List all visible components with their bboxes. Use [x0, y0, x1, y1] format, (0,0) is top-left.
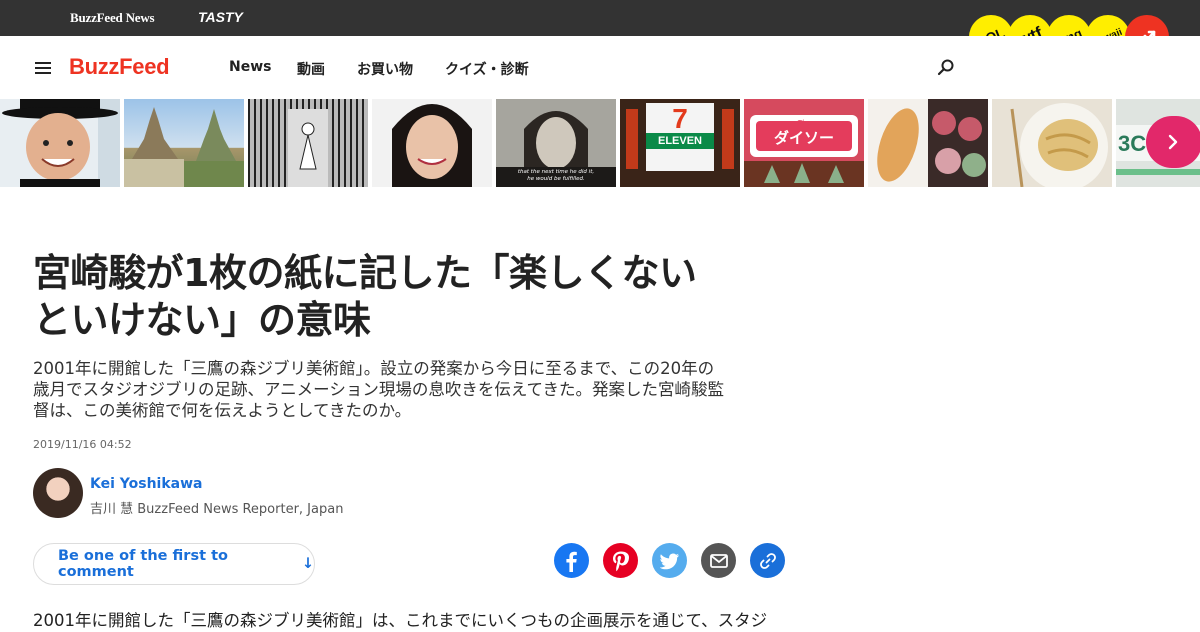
author-avatar[interactable]	[33, 468, 83, 518]
nav-link-news[interactable]: News	[229, 59, 271, 75]
description-line: 歳月でスタジオジブリの足跡、アニメーション現場の息吹きを伝えてきた。発案した宮崎…	[33, 380, 725, 399]
search-icon[interactable]	[936, 58, 956, 78]
description-line: 督は、この美術館で何を伝えようとしてきたのか。	[33, 401, 412, 420]
article-description: 2001年に開館した「三鷹の森ジブリ美術館」。設立の発案から今日に至るまで、この…	[33, 358, 793, 421]
trending-thumbnail-strip: that the next time he did it, he would b…	[0, 99, 1200, 187]
pasta-image	[992, 99, 1112, 187]
author-name-link[interactable]: Kei Yoshikawa	[90, 476, 202, 492]
pinterest-icon	[612, 551, 629, 571]
mail-icon	[709, 553, 728, 568]
main-navigation: BuzzFeed News 動画 お買い物 クイズ・診断	[0, 36, 1200, 99]
nav-link-video[interactable]: 動画	[297, 59, 325, 79]
seven-number: 7	[672, 103, 688, 134]
hamburger-icon[interactable]	[35, 62, 51, 74]
daiso-small-text: The	[797, 119, 811, 127]
thumbnail-caption: that the next time he did it,	[517, 169, 595, 175]
thumbnail-seven-eleven[interactable]: 7 ELEVEN	[620, 99, 740, 187]
share-pinterest-button[interactable]	[603, 543, 638, 578]
thumbnail-vintage-portrait[interactable]: that the next time he did it, he would b…	[496, 99, 616, 187]
shoe-and-food-image	[868, 99, 988, 187]
man-in-hat-image	[0, 99, 120, 187]
manga-forest-image	[288, 109, 328, 187]
thumbnail-daiso[interactable]: The ダイソー	[744, 99, 864, 187]
publish-timestamp: 2019/11/16 04:52	[33, 438, 132, 451]
article-headline: 宮崎駿が1枚の紙に記した「楽しくない といけない」の意味	[33, 250, 793, 344]
buzzfeed-logo[interactable]: BuzzFeed	[69, 54, 170, 80]
link-icon	[759, 552, 776, 569]
share-facebook-button[interactable]	[554, 543, 589, 578]
headline-line: 宮崎駿が1枚の紙に記した「楽しくない	[33, 251, 697, 295]
description-line: 2001年に開館した「三鷹の森ジブリ美術館」。設立の発案から今日に至るまで、この…	[33, 359, 715, 378]
castle-image	[124, 107, 244, 187]
tasty-link[interactable]: TASTY	[198, 9, 243, 25]
nav-link-shopping[interactable]: お買い物	[357, 59, 413, 79]
thumbnail-shoe-and-food[interactable]	[868, 99, 988, 187]
comment-button[interactable]: Be one of the first to comment ↓	[33, 543, 315, 585]
thumbnail-manga-forest[interactable]	[248, 99, 368, 187]
smiling-woman-image	[372, 99, 492, 187]
nav-link-quizzes[interactable]: クイズ・診断	[445, 59, 529, 79]
daiso-sign-text: ダイソー	[773, 129, 834, 147]
chevron-right-icon	[1168, 134, 1178, 150]
share-twitter-button[interactable]	[652, 543, 687, 578]
carousel-next-button[interactable]	[1146, 116, 1200, 168]
share-email-button[interactable]	[701, 543, 736, 578]
author-role: 吉川 慧 BuzzFeed News Reporter, Japan	[90, 502, 344, 517]
eleven-text: ELEVEN	[657, 135, 702, 147]
headline-line: といけない」の意味	[33, 298, 371, 342]
thumbnail-caption: he would be fulfilled.	[527, 176, 585, 182]
arrow-down-icon: ↓	[301, 556, 314, 572]
thumbnail-smiling-woman[interactable]	[372, 99, 492, 187]
thumbnail-man-in-hat[interactable]	[0, 99, 120, 187]
thumbnail-pasta[interactable]	[992, 99, 1112, 187]
comment-button-label: Be one of the first to comment	[58, 548, 228, 580]
thumbnail-castles[interactable]	[124, 99, 244, 187]
article-body-first-line: 2001年に開館した「三鷹の森ジブリ美術館」は、これまでにいくつもの企画展示を通…	[33, 611, 768, 630]
copy-link-button[interactable]	[750, 543, 785, 578]
buzzfeed-news-link[interactable]: BuzzFeed News	[70, 10, 155, 26]
twitter-icon	[659, 553, 679, 569]
facebook-icon	[565, 551, 577, 572]
